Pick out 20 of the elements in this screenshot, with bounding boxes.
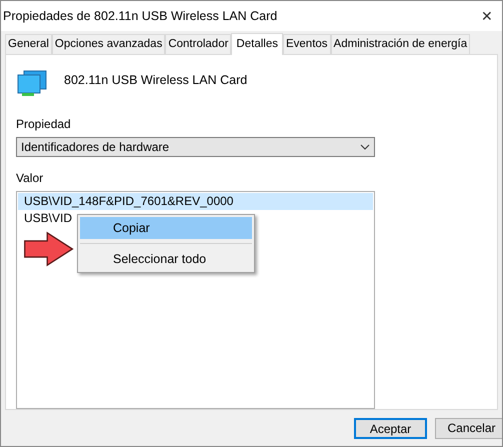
tab[interactable]: Administración de energía: [330, 34, 470, 54]
dialog-button[interactable]: Aceptar: [354, 418, 427, 438]
tab[interactable]: Opciones avanzadas: [52, 34, 166, 54]
property-dropdown[interactable]: Identificadores de hardware: [16, 137, 375, 157]
list-item[interactable]: USB\VID_148F&PID_7601&REV_0000: [18, 193, 373, 210]
network-adapter-icon: [16, 69, 48, 97]
device-name: 802.11n USB Wireless LAN Card: [64, 72, 248, 89]
close-button[interactable]: ✕: [472, 4, 502, 28]
property-label: Propiedad: [16, 116, 72, 133]
chevron-down-icon: [360, 144, 370, 150]
value-label: Valor: [16, 170, 44, 187]
dialog-button[interactable]: Cancelar: [435, 418, 502, 438]
tab[interactable]: Detalles: [231, 33, 283, 55]
tab[interactable]: General: [5, 34, 52, 54]
arrow-icon: [23, 231, 75, 267]
window-title: Propiedades de 802.11n USB Wireless LAN Card: [3, 8, 278, 25]
menu-item[interactable]: Seleccionar todo: [80, 248, 252, 270]
tab[interactable]: Controlador: [165, 34, 232, 54]
menu-item[interactable]: Copiar: [80, 217, 252, 239]
tab[interactable]: Eventos: [282, 34, 331, 54]
